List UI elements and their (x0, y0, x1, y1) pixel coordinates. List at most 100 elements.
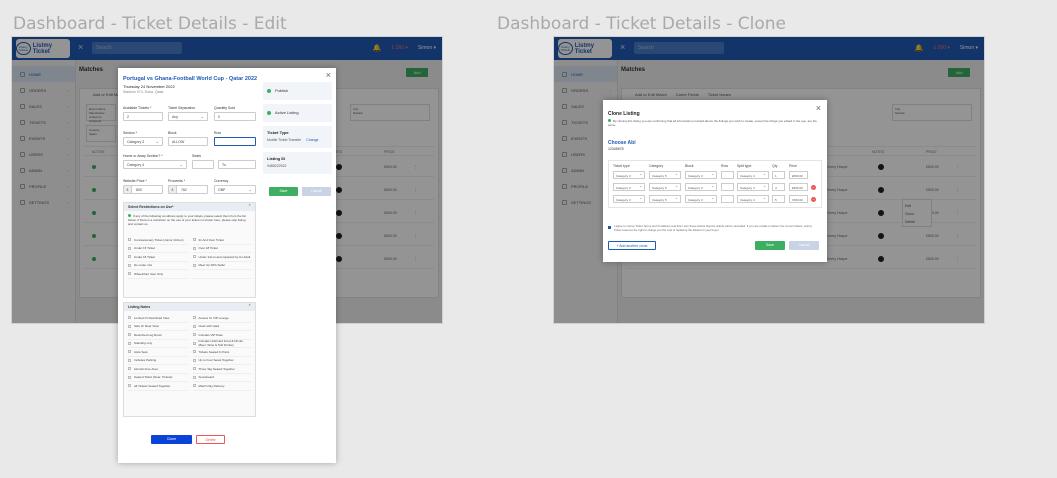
option-item[interactable]: Scoreboard (192, 374, 251, 382)
section-select[interactable]: Category 3 ⌄ (123, 137, 163, 146)
checkbox[interactable] (192, 246, 196, 250)
seats-to-input[interactable]: To (218, 160, 256, 169)
checkbox[interactable] (128, 333, 131, 337)
checkbox[interactable] (192, 341, 196, 345)
ticket-separation-select[interactable]: Any ⌄ (168, 112, 208, 121)
option-item[interactable]: Wheelchair User Only (128, 270, 187, 279)
row-input[interactable] (214, 137, 256, 146)
available-tickets-input[interactable]: 2 (123, 112, 163, 121)
active-listing-toggle[interactable]: Active Listing (263, 104, 332, 122)
quantity-sold-input[interactable]: 0 (214, 112, 256, 121)
option-item[interactable]: Three Tag Seated Together (192, 365, 251, 374)
category-select[interactable]: Category 5 ⌄ (649, 195, 681, 203)
ticket-type-select[interactable]: Category 3 ⌄ (613, 171, 645, 179)
option-item[interactable]: Tickets Seated In Pairs (192, 348, 251, 357)
option-item[interactable]: Includes Unlimited Food & Drinks (Beer, … (192, 339, 251, 348)
price-input[interactable]: 1500.00 (789, 195, 808, 203)
option-item[interactable]: Access To VIP Lounge (192, 314, 251, 323)
proceeds-input[interactable]: £762 (168, 185, 208, 194)
block-select[interactable]: Category 3 ⌄ (685, 195, 717, 203)
option-item[interactable]: Under 14s to accompanied by An Adult (192, 253, 251, 262)
close-icon[interactable]: × (816, 103, 821, 113)
category-select[interactable]: Category 5 ⌄ (649, 183, 681, 191)
checkbox[interactable] (192, 263, 196, 267)
ticket-type-select[interactable]: Category 3 ⌄ (613, 183, 645, 191)
checkbox[interactable] (128, 358, 131, 362)
option-item[interactable]: Under 18 Ticket (128, 253, 187, 262)
checkbox[interactable] (128, 246, 131, 250)
option-item[interactable]: Side Or Rear View (128, 323, 187, 331)
checkbox[interactable] (128, 367, 131, 371)
change-link[interactable]: Change (306, 138, 318, 142)
checkbox[interactable] (128, 272, 131, 276)
home-away-select[interactable]: Category 4 ⌄ (123, 160, 187, 169)
option-item[interactable]: Match Day Delivery (192, 382, 251, 391)
option-item[interactable]: 21 And Over Ticket (192, 236, 251, 245)
qty-input[interactable]: 5 (772, 195, 785, 203)
checkbox[interactable] (192, 238, 196, 242)
checkbox[interactable] (192, 333, 196, 337)
checkbox[interactable] (128, 324, 131, 328)
remove-icon[interactable]: − (811, 196, 816, 202)
price-input[interactable]: £500.00 (789, 183, 808, 191)
block-input[interactable]: ALLOW (168, 137, 208, 146)
option-item[interactable]: No under 14s (128, 262, 187, 270)
checkbox[interactable] (128, 238, 131, 242)
agree-checkbox[interactable] (608, 226, 611, 229)
checkbox[interactable] (128, 375, 131, 379)
option-item[interactable]: Aisle Seat (128, 348, 187, 357)
checkbox[interactable] (128, 384, 131, 388)
checkbox[interactable] (192, 384, 196, 388)
option-item[interactable]: Standing only (128, 340, 187, 348)
publish-toggle[interactable]: Publish (263, 82, 332, 100)
save-button[interactable]: Save (269, 187, 298, 196)
checkbox[interactable] (192, 375, 196, 379)
qty-input[interactable]: 4 (772, 183, 785, 191)
remove-icon[interactable]: − (811, 184, 816, 190)
checkbox[interactable] (128, 350, 131, 354)
block-select[interactable]: Category 3 ⌄ (685, 171, 717, 179)
option-item[interactable]: Clear with Hard (192, 323, 251, 331)
checkbox[interactable] (128, 341, 131, 345)
option-item[interactable]: Limited Or Restricted View (128, 314, 187, 323)
checkbox[interactable] (192, 350, 196, 354)
chevron-up-icon[interactable]: ⌃ (248, 304, 251, 308)
qty-input[interactable]: 1 (772, 171, 785, 179)
split-type-select[interactable]: Category 4 ⌄ (737, 183, 769, 191)
checkbox[interactable] (192, 358, 196, 362)
option-item[interactable]: Meet Up With Seller (192, 262, 251, 270)
website-price-input[interactable]: £800 (123, 185, 163, 194)
cancel-button[interactable]: Cancel (302, 187, 331, 196)
currency-select[interactable]: GBP ⌄ (214, 185, 256, 194)
option-item[interactable]: Includes VIP Pass (192, 331, 251, 340)
price-input[interactable]: £500.00 (789, 171, 808, 179)
option-item[interactable]: Under 15 Ticket (128, 245, 187, 253)
clone-save-button[interactable]: Save (755, 241, 785, 250)
delete-button[interactable]: Delete (196, 435, 225, 444)
option-item[interactable]: Includes Parking (128, 357, 187, 365)
option-item[interactable]: Over 18 Ticket (192, 245, 251, 253)
row-input[interactable] (721, 171, 734, 179)
checkbox[interactable] (128, 263, 131, 267)
checkbox[interactable] (192, 316, 196, 320)
row-input[interactable] (721, 195, 734, 203)
clone-cancel-button[interactable]: Cancel (789, 241, 819, 250)
checkbox[interactable] (192, 367, 196, 371)
option-item[interactable]: Seated Ticket (Note: Tickets) (128, 374, 187, 382)
option-item[interactable]: Up to Four Seats Together (192, 357, 251, 365)
option-item[interactable]: All Tickets Seated Together (128, 382, 187, 391)
add-another-clone-button[interactable]: + Add another clone (608, 241, 656, 250)
close-icon[interactable]: × (326, 70, 331, 80)
chevron-up-icon[interactable]: ⌃ (248, 204, 251, 208)
seats-from-input[interactable] (192, 160, 214, 169)
category-select[interactable]: Category 5 ⌄ (649, 171, 681, 179)
checkbox[interactable] (128, 255, 131, 259)
ticket-type-select[interactable]: Category 3 ⌄ (613, 195, 645, 203)
checkbox[interactable] (192, 324, 196, 328)
split-type-select[interactable]: Category 4 ⌄ (737, 171, 769, 179)
block-select[interactable]: Category 3 ⌄ (685, 183, 717, 191)
option-item[interactable]: Restricted Leg Room (128, 331, 187, 340)
row-input[interactable] (721, 183, 734, 191)
split-type-select[interactable]: Category 4 ⌄ (737, 195, 769, 203)
checkbox[interactable] (128, 316, 131, 320)
